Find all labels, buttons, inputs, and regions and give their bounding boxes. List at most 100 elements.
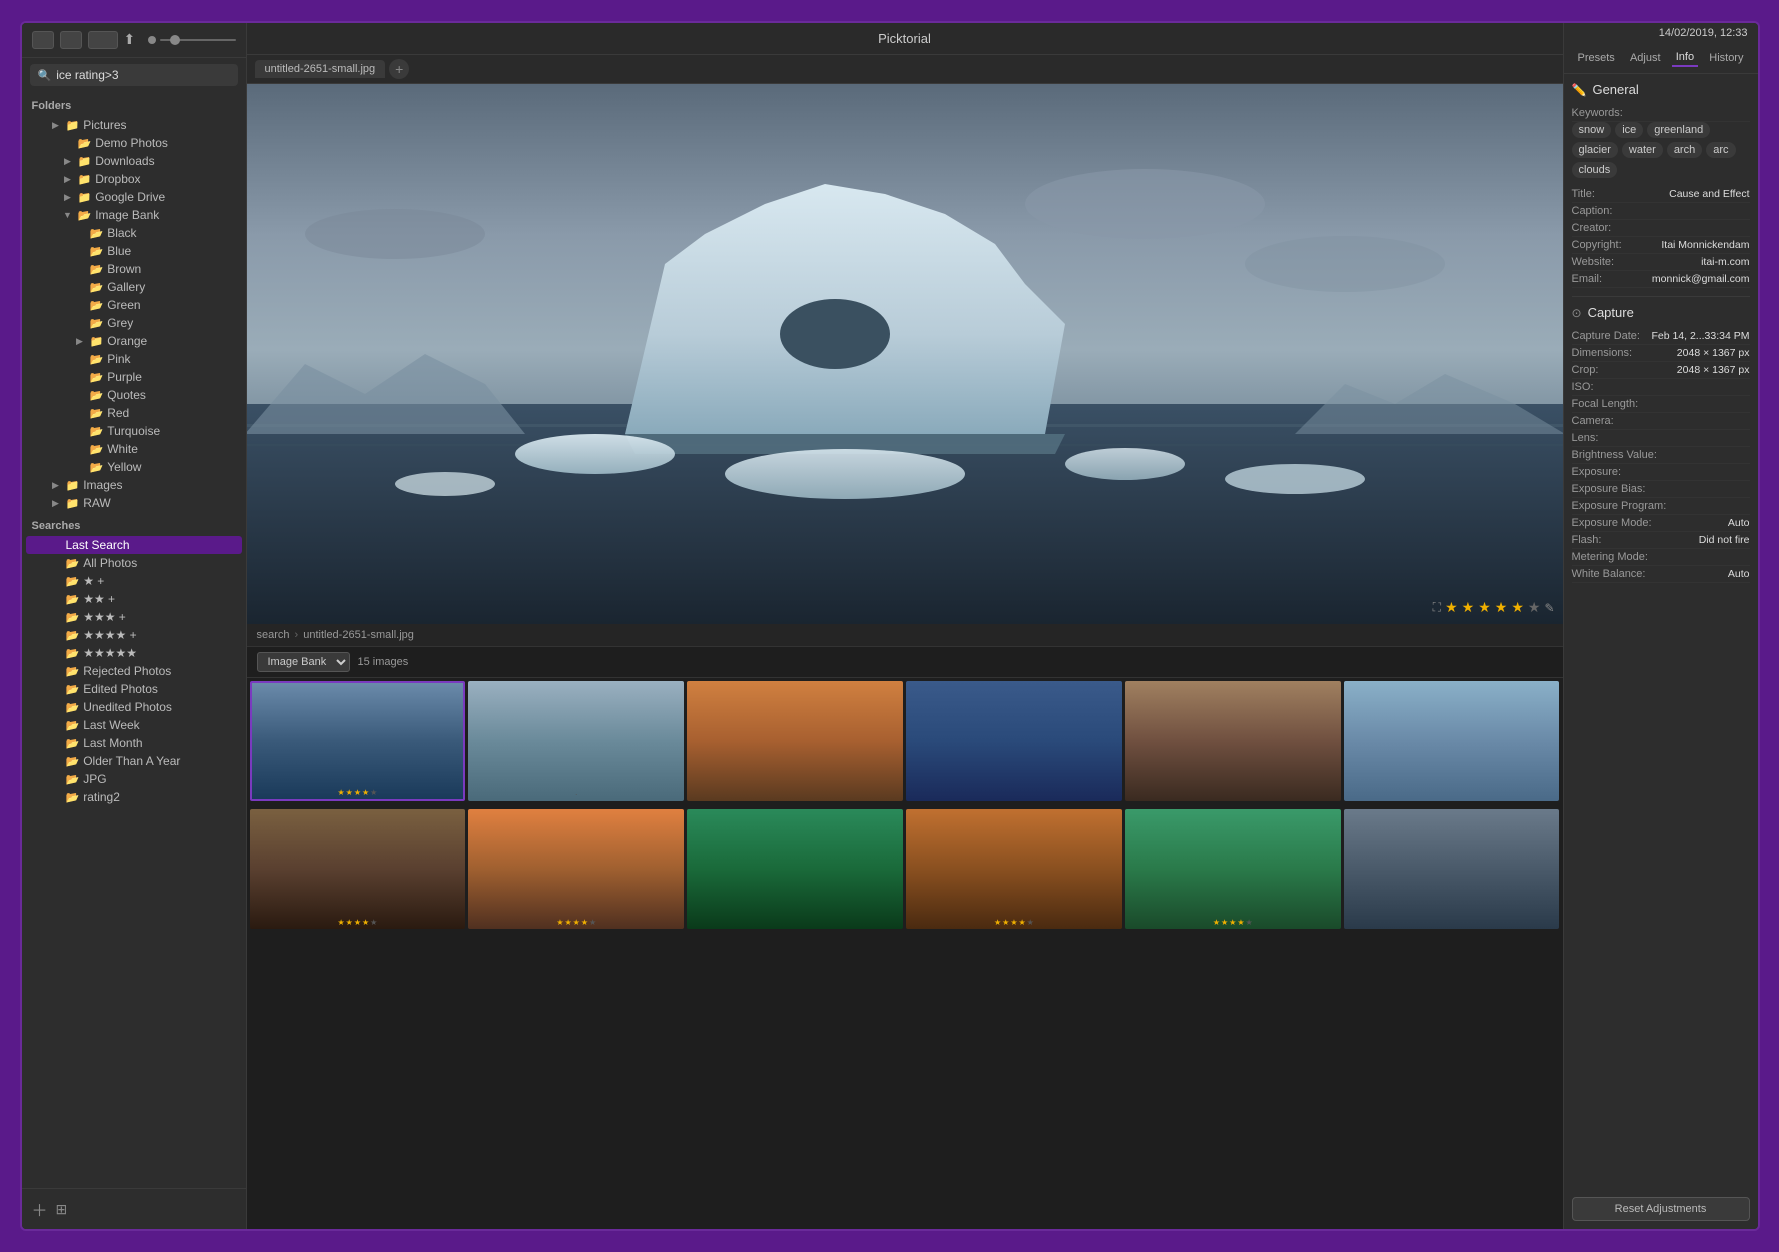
star-3[interactable]: ★ [1478,599,1491,616]
folder-icon: 📂 [66,701,80,714]
reset-adjustments-button[interactable]: Reset Adjustments [1572,1197,1750,1221]
thumbnail-2[interactable]: · [468,681,684,801]
star-4[interactable]: ★ [1495,599,1508,616]
sidebar-item-turquoise[interactable]: 📂 Turquoise [26,422,242,440]
sidebar-item-demo-photos[interactable]: 📂 Demo Photos [26,134,242,152]
toolbar-btn-2[interactable] [60,31,82,49]
grid-icon[interactable]: ⊞ [56,1201,68,1218]
folder-icon: 📂 [66,575,80,588]
add-tab-button[interactable]: + [389,59,409,79]
add-button[interactable]: ＋ [32,1197,48,1221]
sidebar-item-dropbox[interactable]: 📁 Dropbox [26,170,242,188]
expand-icon [50,773,62,785]
photo-tab[interactable]: untitled-2651-small.jpg [255,60,386,78]
sidebar-item-downloads[interactable]: 📁 Downloads [26,152,242,170]
sidebar-item-purple[interactable]: 📂 Purple [26,368,242,386]
sidebar-item-brown[interactable]: 📂 Brown [26,260,242,278]
search-bar[interactable]: 🔍 [30,64,238,86]
sidebar-item-3star[interactable]: 📂 ★★ + [26,590,242,608]
expand-icon [62,191,74,203]
t11-star1: ★ [1213,918,1220,927]
toolbar-btn-1[interactable] [32,31,54,49]
thumbnail-5[interactable] [1125,681,1341,801]
sidebar-item-gallery[interactable]: 📂 Gallery [26,278,242,296]
t11-star4: ★ [1237,918,1244,927]
sidebar-item-orange[interactable]: 📁 Orange [26,332,242,350]
sidebar-item-image-bank[interactable]: 📂 Image Bank [26,206,242,224]
thumbnail-8[interactable]: ★ ★ ★ ★ ★ [468,809,684,929]
image-bank-select[interactable]: Image Bank [257,652,350,672]
sidebar-item-older-than-year[interactable]: 📂 Older Than A Year [26,752,242,770]
slider-thumb[interactable] [170,35,180,45]
search-label: rating2 [83,790,233,804]
thumbnail-9[interactable] [687,809,903,929]
sidebar-item-edited[interactable]: 📂 Edited Photos [26,680,242,698]
tab-adjust[interactable]: Adjust [1626,50,1665,66]
thumbnail-10[interactable]: ★ ★ ★ ★ ★ [906,809,1122,929]
sidebar-item-pink[interactable]: 📂 Pink [26,350,242,368]
sidebar-item-green[interactable]: 📂 Green [26,296,242,314]
thumbnail-6[interactable] [1344,681,1560,801]
sidebar-item-unedited[interactable]: 📂 Unedited Photos [26,698,242,716]
edit-icon[interactable]: ✎ [1544,601,1554,615]
thumbnail-7[interactable]: ★ ★ ★ ★ ★ [250,809,466,929]
title-row: Title: Cause and Effect [1572,186,1750,203]
sidebar-item-5star-plus[interactable]: 📂 ★★★★ + [26,626,242,644]
star-6[interactable]: ★ [1528,599,1541,616]
sidebar-item-yellow[interactable]: 📂 Yellow [26,458,242,476]
sidebar-item-rejected[interactable]: 📂 Rejected Photos [26,662,242,680]
sidebar-item-grey[interactable]: 📂 Grey [26,314,242,332]
star-1[interactable]: ★ [1445,599,1458,616]
sidebar-item-rating2[interactable]: 📂 rating2 [26,788,242,806]
sidebar-item-2star[interactable]: 📂 ★ + [26,572,242,590]
thumbnail-4[interactable] [906,681,1122,801]
sidebar-item-4star[interactable]: 📂 ★★★ + [26,608,242,626]
title-label: Title: [1572,188,1642,200]
tab-presets[interactable]: Presets [1574,50,1619,66]
sidebar-item-all-photos[interactable]: 📂 All Photos [26,554,242,572]
sidebar-item-images[interactable]: 📁 Images [26,476,242,494]
t8-star1: ★ [556,918,563,927]
folder-label: Turquoise [107,424,233,438]
sidebar-item-red[interactable]: 📂 Red [26,404,242,422]
thumbnail-12[interactable] [1344,809,1560,929]
sidebar-item-pictures[interactable]: 📁 Pictures [26,116,242,134]
thumbnail-3[interactable] [687,681,903,801]
sidebar-item-last-month[interactable]: 📂 Last Month [26,734,242,752]
sidebar-item-google-drive[interactable]: 📁 Google Drive [26,188,242,206]
star-5[interactable]: ★ [1511,599,1524,616]
sidebar-item-white[interactable]: 📂 White [26,440,242,458]
white-balance-row: White Balance: Auto [1572,566,1750,583]
thumbnail-11[interactable]: ★ ★ ★ ★ ★ [1125,809,1341,929]
tab-history[interactable]: History [1705,50,1747,66]
thumbnail-1[interactable]: ★ ★ ★ ★ ★ [250,681,466,801]
iceberg-photo [247,84,1563,624]
t1-star2: ★ [346,788,353,797]
copyright-label: Copyright: [1572,239,1642,251]
expand-icon [74,317,86,329]
toolbar-btn-3[interactable] [88,31,118,49]
sidebar-item-5star-only[interactable]: 📂 ★★★★★ [26,644,242,662]
expand-icon [74,461,86,473]
share-icon[interactable]: ⬆ [124,31,142,49]
dimensions-value: 2048 × 1367 px [1677,347,1750,359]
sidebar-item-last-search[interactable]: Last Search [26,536,242,554]
sidebar-item-raw[interactable]: 📁 RAW [26,494,242,512]
folder-label: Pink [107,352,233,366]
sidebar: ⬆ 🔍 Folders 📁 Pictures 📂 [22,23,247,1229]
slider-track[interactable] [160,39,236,41]
email-value: monnick@gmail.com [1652,273,1750,285]
breadcrumb-part1: search [257,629,290,641]
sidebar-item-quotes[interactable]: 📂 Quotes [26,386,242,404]
sidebar-scroll: Folders 📁 Pictures 📂 Demo Photos 📁 Downl… [22,92,246,1188]
sidebar-item-last-week[interactable]: 📂 Last Week [26,716,242,734]
tab-info[interactable]: Info [1672,49,1698,67]
t10-star4: ★ [1018,918,1025,927]
search-input[interactable] [56,68,229,82]
sidebar-item-blue[interactable]: 📂 Blue [26,242,242,260]
sidebar-item-jpg[interactable]: 📂 JPG [26,770,242,788]
sidebar-item-black[interactable]: 📂 Black [26,224,242,242]
tab-bar: untitled-2651-small.jpg + [247,55,1563,84]
star-2[interactable]: ★ [1462,599,1475,616]
expand-icon [50,539,62,551]
